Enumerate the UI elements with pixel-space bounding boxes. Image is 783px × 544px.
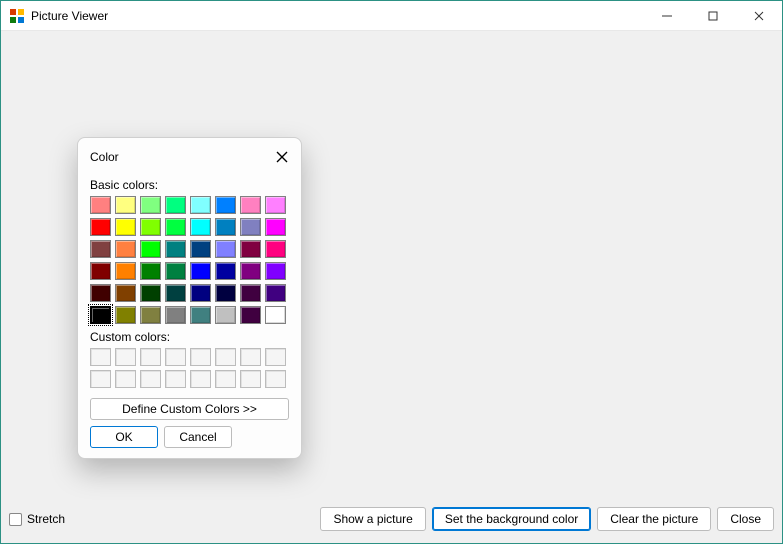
basic-color-swatch[interactable]: [190, 262, 211, 280]
basic-colors-grid: [78, 194, 286, 330]
basic-color-swatch[interactable]: [90, 218, 111, 236]
basic-color-swatch[interactable]: [140, 196, 161, 214]
custom-color-swatch[interactable]: [240, 370, 261, 388]
custom-color-swatch[interactable]: [215, 370, 236, 388]
basic-color-swatch[interactable]: [90, 262, 111, 280]
basic-color-swatch[interactable]: [165, 262, 186, 280]
basic-color-swatch[interactable]: [215, 262, 236, 280]
basic-color-swatch[interactable]: [165, 284, 186, 302]
basic-color-swatch[interactable]: [90, 240, 111, 258]
basic-color-swatch[interactable]: [265, 284, 286, 302]
dialog-title: Color: [90, 150, 271, 164]
basic-color-swatch[interactable]: [215, 218, 236, 236]
stretch-checkbox[interactable]: [9, 513, 22, 526]
custom-color-swatch[interactable]: [140, 348, 161, 366]
basic-color-swatch[interactable]: [90, 306, 111, 324]
dialog-titlebar: Color: [78, 138, 301, 178]
close-window-button[interactable]: [736, 1, 782, 30]
basic-color-swatch[interactable]: [165, 240, 186, 258]
basic-color-swatch[interactable]: [165, 306, 186, 324]
dialog-close-button[interactable]: [271, 146, 293, 168]
basic-color-swatch[interactable]: [240, 262, 261, 280]
basic-color-swatch[interactable]: [215, 240, 236, 258]
basic-color-swatch[interactable]: [190, 284, 211, 302]
stretch-checkbox-wrap[interactable]: Stretch: [9, 512, 65, 526]
basic-color-swatch[interactable]: [140, 262, 161, 280]
basic-color-swatch[interactable]: [140, 240, 161, 258]
custom-color-swatch[interactable]: [115, 370, 136, 388]
cancel-button[interactable]: Cancel: [164, 426, 232, 448]
basic-color-swatch[interactable]: [190, 218, 211, 236]
custom-color-swatch[interactable]: [165, 370, 186, 388]
basic-color-swatch[interactable]: [115, 262, 136, 280]
set-background-color-button[interactable]: Set the background color: [432, 507, 591, 531]
basic-color-swatch[interactable]: [165, 196, 186, 214]
custom-color-swatch[interactable]: [165, 348, 186, 366]
basic-color-swatch[interactable]: [115, 240, 136, 258]
basic-color-swatch[interactable]: [265, 218, 286, 236]
basic-color-swatch[interactable]: [240, 196, 261, 214]
custom-color-swatch[interactable]: [265, 348, 286, 366]
basic-color-swatch[interactable]: [115, 218, 136, 236]
basic-color-swatch[interactable]: [190, 196, 211, 214]
basic-color-swatch[interactable]: [190, 306, 211, 324]
window-title: Picture Viewer: [31, 9, 644, 23]
custom-colors-grid: [78, 346, 286, 396]
basic-color-swatch[interactable]: [240, 218, 261, 236]
custom-color-swatch[interactable]: [265, 370, 286, 388]
stretch-label: Stretch: [27, 512, 65, 526]
basic-color-swatch[interactable]: [265, 196, 286, 214]
basic-color-swatch[interactable]: [240, 240, 261, 258]
custom-color-swatch[interactable]: [190, 370, 211, 388]
custom-color-swatch[interactable]: [115, 348, 136, 366]
custom-color-swatch[interactable]: [240, 348, 261, 366]
basic-color-swatch[interactable]: [140, 284, 161, 302]
basic-color-swatch[interactable]: [265, 306, 286, 324]
basic-color-swatch[interactable]: [165, 218, 186, 236]
custom-color-swatch[interactable]: [90, 370, 111, 388]
custom-color-swatch[interactable]: [90, 348, 111, 366]
ok-button[interactable]: OK: [90, 426, 158, 448]
basic-color-swatch[interactable]: [240, 284, 261, 302]
close-button[interactable]: Close: [717, 507, 774, 531]
define-custom-colors-button[interactable]: Define Custom Colors >>: [90, 398, 289, 420]
maximize-button[interactable]: [690, 1, 736, 30]
minimize-button[interactable]: [644, 1, 690, 30]
custom-color-swatch[interactable]: [215, 348, 236, 366]
titlebar: Picture Viewer: [1, 1, 782, 31]
basic-color-swatch[interactable]: [140, 306, 161, 324]
basic-color-swatch[interactable]: [90, 284, 111, 302]
basic-colors-label: Basic colors:: [78, 178, 301, 194]
app-icon: [9, 8, 25, 24]
basic-color-swatch[interactable]: [265, 240, 286, 258]
window-controls: [644, 1, 782, 30]
basic-color-swatch[interactable]: [115, 196, 136, 214]
basic-color-swatch[interactable]: [215, 306, 236, 324]
basic-color-swatch[interactable]: [115, 284, 136, 302]
show-picture-button[interactable]: Show a picture: [320, 507, 425, 531]
basic-color-swatch[interactable]: [140, 218, 161, 236]
clear-picture-button[interactable]: Clear the picture: [597, 507, 711, 531]
main-window: Picture Viewer Color Basic colors:: [0, 0, 783, 544]
basic-color-swatch[interactable]: [215, 196, 236, 214]
basic-color-swatch[interactable]: [215, 284, 236, 302]
basic-color-swatch[interactable]: [115, 306, 136, 324]
bottom-bar: Stretch Show a picture Set the backgroun…: [9, 507, 774, 531]
dialog-buttons: OK Cancel: [78, 426, 301, 448]
custom-color-swatch[interactable]: [140, 370, 161, 388]
content-area: Color Basic colors: Custom colors: Defin…: [1, 31, 782, 543]
basic-color-swatch[interactable]: [190, 240, 211, 258]
basic-color-swatch[interactable]: [265, 262, 286, 280]
custom-colors-label: Custom colors:: [78, 330, 301, 346]
custom-color-swatch[interactable]: [190, 348, 211, 366]
color-dialog: Color Basic colors: Custom colors: Defin…: [77, 137, 302, 459]
basic-color-swatch[interactable]: [90, 196, 111, 214]
basic-color-swatch[interactable]: [240, 306, 261, 324]
